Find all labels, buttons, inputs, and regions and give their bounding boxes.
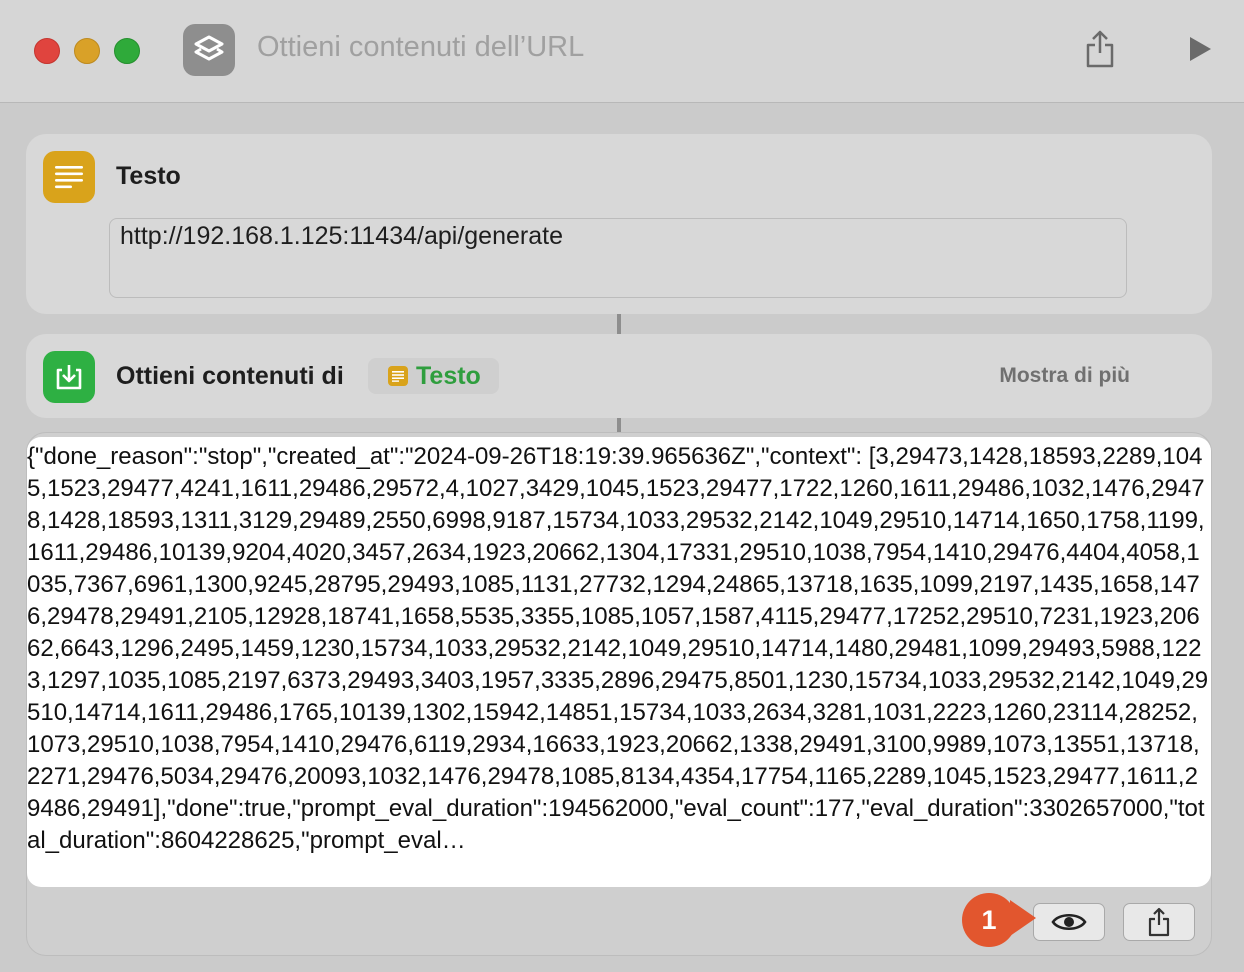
title-bar: Ottieni contenuti dell’URL: [0, 0, 1244, 103]
get-contents-action-title: Ottieni contenuti di: [116, 362, 344, 390]
result-text: {"done_reason":"stop","created_at":"2024…: [27, 443, 1209, 854]
run-button[interactable]: [1178, 26, 1222, 72]
share-icon: [1148, 907, 1170, 937]
share-button[interactable]: [1078, 26, 1122, 72]
get-contents-action-card[interactable]: Ottieni contenuti di Testo Mostra di più: [26, 334, 1212, 418]
shortcuts-icon: [183, 24, 235, 76]
variable-token-label: Testo: [416, 361, 481, 390]
text-action-card[interactable]: Testo http://192.168.1.125:11434/api/gen…: [26, 134, 1212, 314]
close-window-button[interactable]: [34, 38, 60, 64]
result-card: {"done_reason":"stop","created_at":"2024…: [26, 432, 1212, 956]
text-field[interactable]: http://192.168.1.125:11434/api/generate: [109, 218, 1127, 298]
share-result-button[interactable]: [1123, 903, 1195, 941]
annotation-badge: 1: [962, 893, 1016, 947]
variable-token[interactable]: Testo: [368, 358, 499, 394]
share-icon: [1086, 30, 1114, 68]
preview-button[interactable]: [1033, 903, 1105, 941]
text-lines-icon: [388, 366, 408, 386]
minimize-window-button[interactable]: [74, 38, 100, 64]
show-more-link[interactable]: Mostra di più: [999, 364, 1130, 388]
action-connector: [617, 314, 621, 334]
eye-icon: [1051, 913, 1087, 931]
window-title: Ottieni contenuti dell’URL: [257, 31, 585, 63]
play-icon: [1190, 37, 1211, 61]
zoom-window-button[interactable]: [114, 38, 140, 64]
text-action-title: Testo: [116, 162, 181, 190]
result-output[interactable]: {"done_reason":"stop","created_at":"2024…: [27, 437, 1211, 887]
download-tray-icon: [43, 351, 95, 403]
text-lines-icon: [43, 151, 95, 203]
